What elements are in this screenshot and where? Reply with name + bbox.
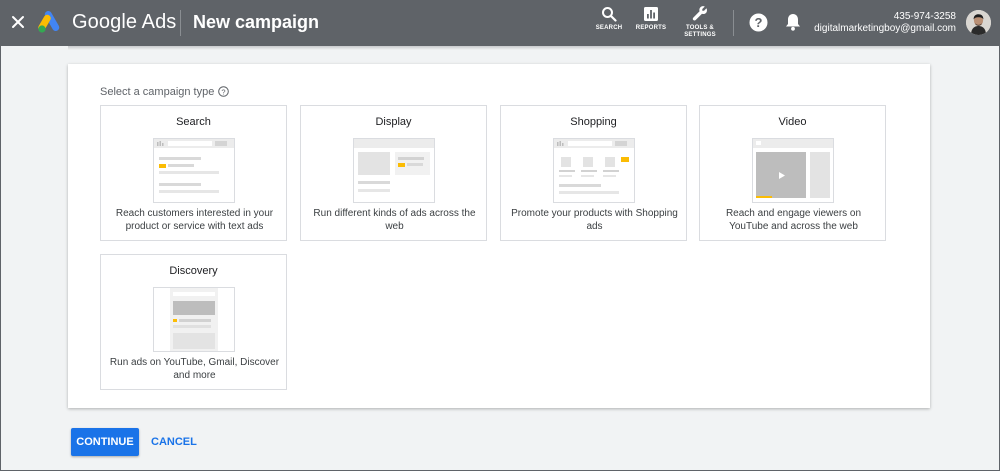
campaign-type-title: Video bbox=[778, 116, 807, 128]
cancel-button[interactable]: CANCEL bbox=[151, 436, 197, 448]
video-ad-illustration-icon bbox=[752, 138, 834, 203]
search-tool-button[interactable]: SEARCH bbox=[594, 6, 624, 32]
account-email: digitalmarketingboy@gmail.com bbox=[814, 23, 956, 34]
reports-icon bbox=[644, 7, 658, 21]
search-icon bbox=[602, 7, 617, 22]
campaign-type-title: Display bbox=[375, 116, 412, 128]
campaign-type-title: Shopping bbox=[570, 116, 617, 128]
campaign-type-description: Reach customers interested in your produ… bbox=[115, 208, 274, 232]
campaign-type-title: Search bbox=[176, 116, 211, 128]
section-label: Select a campaign type bbox=[100, 86, 215, 98]
shopping-ad-illustration-icon bbox=[553, 138, 635, 203]
top-app-bar: Google Ads New campaign SEARCH REPORTS T… bbox=[0, 0, 1000, 46]
campaign-type-description: Run ads on YouTube, Gmail, Discover and … bbox=[109, 357, 280, 381]
close-icon[interactable] bbox=[9, 13, 27, 31]
search-ad-illustration-icon bbox=[153, 138, 235, 203]
avatar[interactable] bbox=[966, 10, 991, 35]
help-icon[interactable]: ? bbox=[749, 13, 768, 32]
campaign-type-description: Reach and engage viewers on YouTube and … bbox=[725, 208, 862, 232]
campaign-type-shopping[interactable]: Shopping Promote your products with Shop… bbox=[500, 105, 687, 241]
reports-tool-label: REPORTS bbox=[635, 25, 667, 31]
campaign-type-description: Promote your products with Shopping ads bbox=[511, 208, 678, 232]
google-ads-logo-icon bbox=[37, 11, 63, 33]
tools-label-line1: TOOLS & bbox=[686, 25, 714, 31]
brand-name: Google Ads bbox=[72, 11, 177, 33]
page-title: New campaign bbox=[193, 12, 320, 32]
panel-shadow bbox=[68, 46, 930, 50]
svg-text:?: ? bbox=[221, 87, 225, 96]
tools-settings-label: TOOLS & SETTINGS bbox=[684, 25, 716, 39]
help-circle-icon[interactable]: ? bbox=[218, 84, 229, 97]
header-divider bbox=[180, 10, 181, 36]
notification-bell-icon[interactable] bbox=[784, 12, 802, 32]
discovery-ad-illustration-icon bbox=[153, 287, 235, 352]
search-tool-label: SEARCH bbox=[595, 25, 623, 31]
account-phone: 435-974-3258 bbox=[893, 11, 956, 22]
campaign-type-title: Discovery bbox=[169, 265, 218, 277]
campaign-type-panel: Select a campaign type ? Search Reach cu… bbox=[68, 64, 930, 408]
campaign-type-video[interactable]: Video Reach and engage viewers on YouTub… bbox=[699, 105, 886, 241]
svg-text:?: ? bbox=[755, 15, 763, 30]
tools-settings-button[interactable]: TOOLS & SETTINGS bbox=[682, 4, 718, 39]
campaign-type-discovery[interactable]: Discovery Run ads on YouTube, Gmail, Dis… bbox=[100, 254, 287, 390]
display-ad-illustration-icon bbox=[353, 138, 435, 203]
account-info[interactable]: 435-974-3258 digitalmarketingboy@gmail.c… bbox=[814, 11, 956, 35]
header-divider-right bbox=[733, 10, 734, 36]
tools-label-line2: SETTINGS bbox=[684, 32, 716, 38]
campaign-type-description: Run different kinds of ads across the we… bbox=[313, 208, 476, 232]
continue-button[interactable]: CONTINUE bbox=[71, 428, 139, 456]
wrench-icon bbox=[692, 6, 707, 21]
reports-tool-button[interactable]: REPORTS bbox=[635, 6, 667, 32]
campaign-type-search[interactable]: Search Reach customers interested in you… bbox=[100, 105, 287, 241]
campaign-type-display[interactable]: Display Run different kinds of ads acros… bbox=[300, 105, 487, 241]
